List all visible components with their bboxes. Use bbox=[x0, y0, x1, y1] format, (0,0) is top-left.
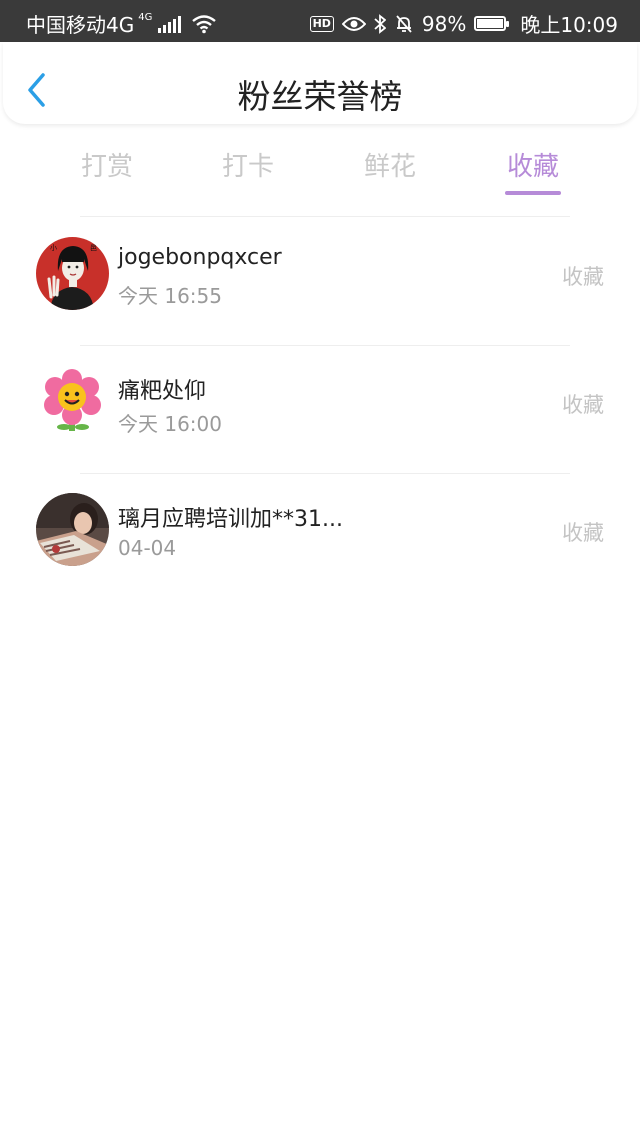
battery-fill bbox=[477, 19, 503, 28]
tab-checkin[interactable]: 打卡 bbox=[193, 146, 303, 183]
flower-avatar bbox=[36, 365, 109, 438]
fan-list: 小 邑 jogebonpqxcer 今天 16:55 收藏 痛粑处仰 今天 16… bbox=[0, 218, 640, 602]
carrier-label: 中国移动4G bbox=[26, 13, 135, 37]
network-badge: 4G bbox=[138, 12, 153, 23]
signal-icon bbox=[158, 15, 182, 33]
tabs-divider bbox=[80, 216, 570, 217]
item-name: jogebonpqxcer bbox=[118, 245, 282, 270]
item-action: 收藏 bbox=[562, 265, 604, 289]
eye-icon bbox=[341, 16, 366, 31]
app-header: 粉丝荣誉榜 bbox=[3, 42, 637, 124]
photo-avatar bbox=[36, 493, 109, 566]
hd-icon: HD bbox=[309, 15, 334, 32]
item-name: 璃月应聘培训加**31... bbox=[118, 507, 343, 532]
tab-reward[interactable]: 打赏 bbox=[52, 146, 162, 183]
svg-text:小: 小 bbox=[50, 243, 57, 252]
wifi-icon bbox=[192, 14, 217, 33]
battery-icon bbox=[474, 16, 510, 31]
battery-percent: 98% bbox=[421, 11, 467, 36]
status-right: HD 98% 晚上10:09 bbox=[309, 9, 618, 38]
page-title: 粉丝荣誉榜 bbox=[237, 77, 403, 116]
item-time: 今天 16:55 bbox=[118, 284, 222, 308]
status-left: 中国移动4G 4G bbox=[26, 9, 217, 38]
list-item[interactable]: 小 邑 jogebonpqxcer 今天 16:55 收藏 bbox=[0, 218, 640, 346]
active-tab-indicator bbox=[505, 191, 561, 195]
item-action: 收藏 bbox=[562, 521, 604, 545]
tab-favorites[interactable]: 收藏 bbox=[478, 146, 588, 183]
tab-flowers[interactable]: 鲜花 bbox=[335, 146, 445, 183]
bluetooth-icon bbox=[374, 13, 386, 34]
status-bar: 中国移动4G 4G HD 98% 晚上10:09 bbox=[0, 0, 640, 42]
list-item[interactable]: 痛粑处仰 今天 16:00 收藏 bbox=[0, 346, 640, 474]
item-name: 痛粑处仰 bbox=[118, 379, 207, 404]
list-item[interactable]: 璃月应聘培训加**31... 04-04 收藏 bbox=[0, 474, 640, 602]
item-time: 今天 16:00 bbox=[118, 412, 222, 436]
item-action: 收藏 bbox=[562, 393, 604, 417]
clock: 晚上10:09 bbox=[520, 13, 618, 37]
portrait-avatar: 小 邑 bbox=[36, 237, 109, 310]
item-time: 04-04 bbox=[118, 536, 177, 560]
svg-text:邑: 邑 bbox=[90, 244, 97, 252]
mute-bell-icon bbox=[396, 14, 412, 33]
